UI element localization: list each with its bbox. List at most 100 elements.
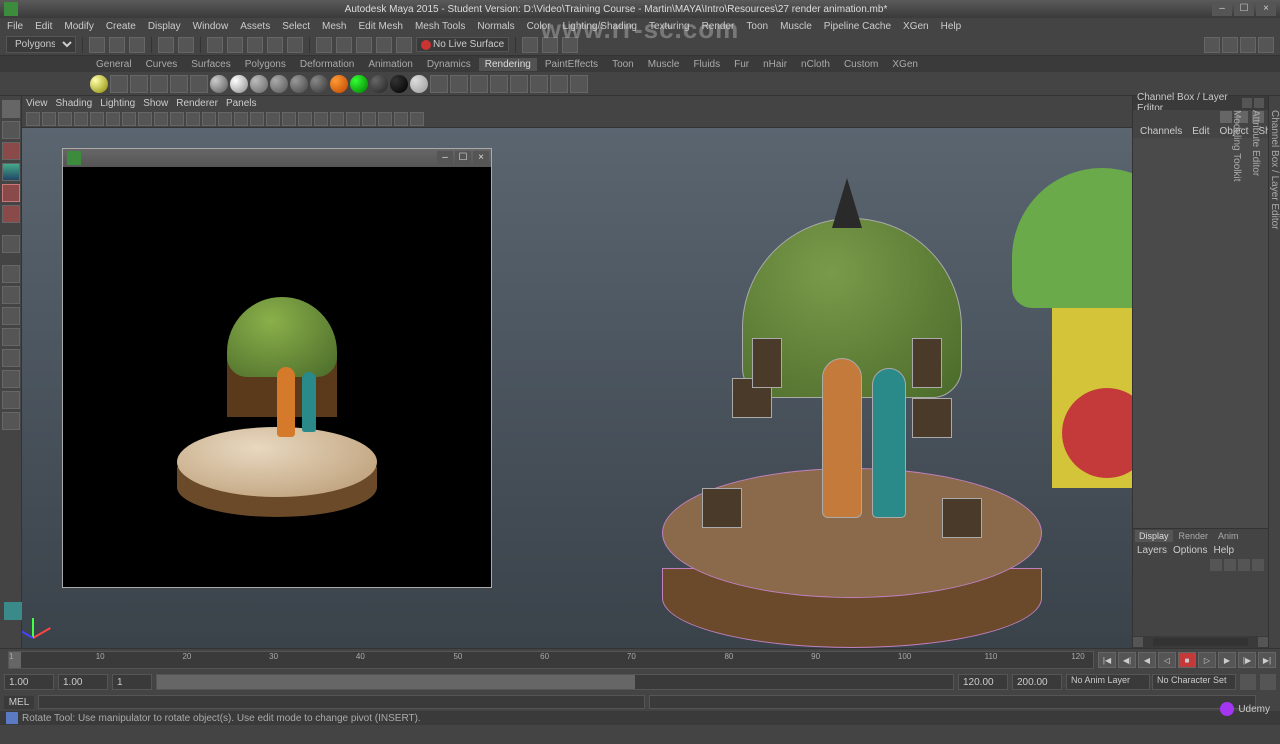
shelf-tab-general[interactable]: General [90,58,138,71]
menu-normals[interactable]: Normals [474,21,517,32]
render-close-button[interactable]: × [473,151,489,165]
two-pane-v-icon[interactable] [2,307,20,325]
shelf-tab-polygons[interactable]: Polygons [239,58,292,71]
stop-button[interactable]: ■ [1178,652,1196,668]
batch-render-icon[interactable] [510,75,528,93]
undo-icon[interactable] [158,37,174,53]
select-uv-icon[interactable] [287,37,303,53]
panel-menu-renderer[interactable]: Renderer [176,98,218,109]
shelf-tab-nhair[interactable]: nHair [757,58,793,71]
paint-select-tool[interactable] [2,142,20,160]
area-light-icon[interactable] [170,75,188,93]
shelf-tab-fur[interactable]: Fur [728,58,755,71]
move-tool[interactable] [2,163,20,181]
perspective-viewport[interactable]: – ☐ × [22,128,1132,648]
shelf-tab-curves[interactable]: Curves [140,58,184,71]
goto-end-button[interactable]: ▶| [1258,652,1276,668]
layers-menu[interactable]: Layers [1137,545,1167,556]
open-scene-icon[interactable] [109,37,125,53]
snap-plane-icon[interactable] [376,37,392,53]
anim-layer-select[interactable]: No Anim Layer [1066,674,1150,690]
autokey-button[interactable] [1240,674,1256,690]
play-back-button[interactable]: ◁ [1158,652,1176,668]
panel-menu-shading[interactable]: Shading [56,98,93,109]
save-scene-icon[interactable] [129,37,145,53]
shaded-icon[interactable] [1258,37,1274,53]
viewport-settings-icon[interactable] [378,112,392,126]
channels-tab[interactable]: Channels [1137,126,1185,137]
snap-curve-icon[interactable] [336,37,352,53]
menu-file[interactable]: File [4,21,26,32]
render-view-window[interactable]: – ☐ × [62,148,492,588]
render-region-icon[interactable] [490,75,508,93]
hypershade-layout-icon[interactable] [2,412,20,430]
current-frame-field[interactable] [112,674,152,690]
shelf-tab-dynamics[interactable]: Dynamics [421,58,477,71]
surface-shader-icon[interactable] [330,75,348,93]
shelf-tab-ncloth[interactable]: nCloth [795,58,836,71]
snap-point-icon[interactable] [356,37,372,53]
channel-box-body[interactable] [1133,138,1268,528]
isolate-icon[interactable] [522,37,538,53]
render-current-icon[interactable] [450,75,468,93]
shelf-tab-muscle[interactable]: Muscle [642,58,686,71]
prefs-button[interactable] [1260,674,1276,690]
use-background-icon[interactable] [350,75,368,93]
range-end-field[interactable] [958,674,1008,690]
directional-light-icon[interactable] [110,75,128,93]
panel-menu-lighting[interactable]: Lighting [100,98,135,109]
spot-light-icon[interactable] [150,75,168,93]
anim-start-field[interactable] [4,674,54,690]
hypershade-shelf-icon[interactable] [550,75,568,93]
outliner-layout-icon[interactable] [2,370,20,388]
safe-title-icon[interactable] [202,112,216,126]
live-surface-indicator[interactable]: No Live Surface [416,37,509,52]
shelf-tab-toon[interactable]: Toon [606,58,640,71]
shelf-tab-painteffects[interactable]: PaintEffects [539,58,604,71]
shelf-tab-fluids[interactable]: Fluids [687,58,726,71]
four-pane-icon[interactable] [2,286,20,304]
2d-pan-icon[interactable] [74,112,88,126]
xray-icon[interactable] [346,112,360,126]
menu-select[interactable]: Select [279,21,313,32]
minimize-button[interactable]: – [1212,2,1232,16]
layer-tab-display[interactable]: Display [1135,530,1173,542]
last-tool[interactable] [2,235,20,253]
range-start-field[interactable] [58,674,108,690]
select-object-icon[interactable] [267,37,283,53]
use-lights-icon[interactable] [282,112,296,126]
gate-mask-icon[interactable] [154,112,168,126]
snap-grid-icon[interactable] [316,37,332,53]
single-pane-icon[interactable] [2,265,20,283]
snap-live-icon[interactable] [396,37,412,53]
menu-editmesh[interactable]: Edit Mesh [355,21,405,32]
select-edge-icon[interactable] [227,37,243,53]
layer-tab-render[interactable]: Render [1175,530,1213,542]
menu-mesh[interactable]: Mesh [319,21,349,32]
menu-window[interactable]: Window [190,21,232,32]
menu-help[interactable]: Help [938,21,965,32]
grease-pencil-icon[interactable] [90,112,104,126]
channels-edit-tab[interactable]: Edit [1189,126,1212,137]
expose-icon[interactable] [394,112,408,126]
layers-options-menu[interactable]: Options [1173,545,1207,556]
shader-grey-icon[interactable] [410,75,428,93]
layered-shader-icon[interactable] [370,75,388,93]
isolate-select-icon[interactable] [330,112,344,126]
menu-modify[interactable]: Modify [61,21,96,32]
sidetab-channelbox[interactable]: Channel Box / Layer Editor [1269,106,1280,648]
select-face-icon[interactable] [247,37,263,53]
field-chart-icon[interactable] [170,112,184,126]
anim-end-field[interactable] [1012,674,1062,690]
step-forward-button[interactable]: ▶ [1218,652,1236,668]
blinn-icon[interactable] [230,75,248,93]
shader-black-icon[interactable] [390,75,408,93]
shaded-wire-icon[interactable] [250,112,264,126]
render-min-button[interactable]: – [437,151,453,165]
sidetab-modeling[interactable]: Modeling Toolkit [1231,106,1242,648]
range-slider[interactable] [156,674,954,690]
rotate-tool[interactable] [2,184,20,202]
shelf-tab-rendering[interactable]: Rendering [479,58,537,71]
ambient-light-icon[interactable] [90,75,108,93]
safe-action-icon[interactable] [186,112,200,126]
